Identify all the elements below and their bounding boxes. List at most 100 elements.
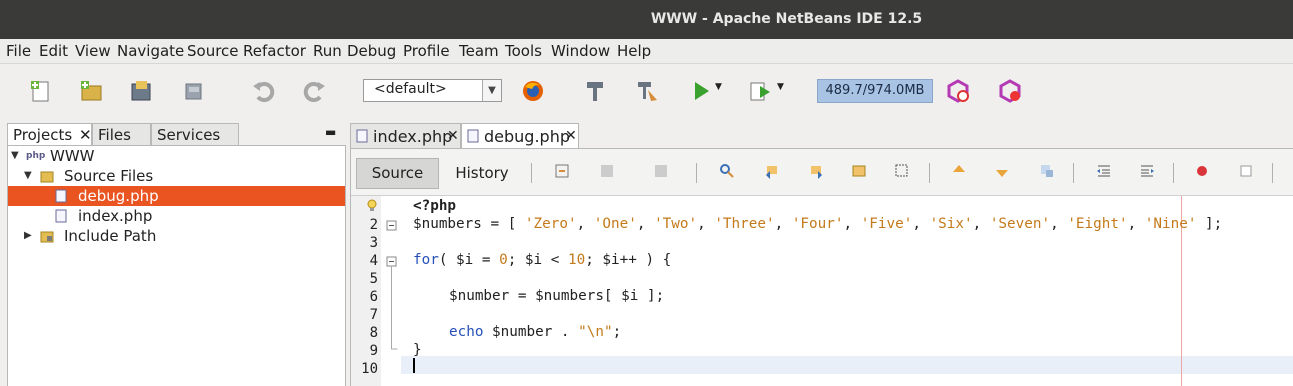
line-number-gutter: 2 3 4 5 6 7 8 9 10: [351, 196, 381, 386]
close-icon[interactable]: ✕: [565, 124, 577, 149]
menu-file[interactable]: File: [6, 42, 31, 60]
separator: [696, 163, 697, 183]
line-number: 3: [369, 235, 378, 251]
projects-tree: ▼ php WWW ▼ Source Files debug.php index…: [7, 145, 346, 386]
code-token: $number .: [483, 324, 579, 340]
menu-window[interactable]: Window: [551, 42, 610, 60]
text-caret: [413, 358, 415, 373]
code-line-2: $numbers = [ 'Zero', 'One', 'Two', 'Thre…: [413, 216, 1223, 232]
configuration-select[interactable]: <default> ▼: [363, 79, 502, 102]
rectangular-selection-icon[interactable]: [894, 163, 910, 179]
separator: [1272, 163, 1273, 183]
menu-view[interactable]: View: [75, 42, 111, 60]
string-token: 'Nine': [1144, 216, 1197, 232]
code-area[interactable]: <?php $numbers = [ 'Zero', 'One', 'Two',…: [401, 196, 1293, 386]
clean-build-icon[interactable]: [634, 78, 660, 104]
new-project-icon[interactable]: [78, 78, 104, 104]
shift-left-icon[interactable]: [1096, 163, 1112, 179]
line-number: 6: [369, 289, 378, 305]
chevron-down-icon[interactable]: ▼: [482, 80, 501, 101]
string-token: 'Zero': [524, 216, 577, 232]
collapse-icon[interactable]: ▶: [24, 226, 32, 246]
previous-bookmark-icon[interactable]: [951, 163, 967, 179]
run-dropdown-icon[interactable]: ▼: [715, 82, 722, 92]
tab-debug-php[interactable]: debug.php ✕: [461, 123, 579, 148]
build-hammer-icon[interactable]: [582, 78, 608, 104]
start-macro-recording-icon[interactable]: [1194, 163, 1210, 179]
redo-icon[interactable]: [302, 78, 328, 104]
project-name: WWW: [50, 147, 95, 165]
php-file-icon: [55, 189, 67, 203]
main-toolbar: <default> ▼ ▼ ▼ 489.7/974.0MB: [0, 64, 1293, 119]
number-token: 0: [499, 252, 508, 268]
stop-macro-recording-icon[interactable]: [1238, 163, 1254, 179]
close-icon[interactable]: ✕: [447, 124, 459, 149]
run-icon[interactable]: [688, 78, 714, 104]
profile-icon[interactable]: [945, 78, 971, 104]
editor-toolbar: Source History: [351, 149, 1293, 196]
line-number: 8: [369, 325, 378, 341]
expand-icon[interactable]: ▼: [24, 166, 32, 186]
code-line-6: $number = $numbers[ $i ];: [449, 288, 665, 304]
file-label: index.php: [78, 207, 153, 225]
separator: [1173, 163, 1174, 183]
source-files-label: Source Files: [64, 167, 154, 185]
code-token: ; $i <: [507, 252, 568, 268]
find-previous-icon[interactable]: [764, 163, 780, 179]
tab-files[interactable]: Files: [92, 123, 151, 145]
last-edit-icon[interactable]: [554, 163, 570, 179]
tab-index-php[interactable]: index.php ✕: [350, 123, 461, 148]
toggle-highlight-icon[interactable]: [851, 163, 867, 179]
source-button[interactable]: Source: [356, 158, 439, 189]
string-token: 'Two': [654, 216, 698, 232]
current-line-highlight: [401, 356, 1293, 374]
line-number: 10: [361, 361, 378, 377]
forward-icon[interactable]: [653, 163, 669, 179]
history-button[interactable]: History: [447, 158, 517, 189]
toggle-bookmark-icon[interactable]: [1039, 163, 1055, 179]
memory-indicator[interactable]: 489.7/974.0MB: [817, 79, 933, 103]
tab-projects[interactable]: Projects ✕: [7, 123, 92, 145]
open-project-icon[interactable]: [128, 78, 154, 104]
tree-item-index-php[interactable]: index.php: [8, 206, 345, 226]
editor-panel: Source History 2 3 4 5 6 7 8 9 10 <?php …: [350, 148, 1293, 386]
debug-dropdown-icon[interactable]: ▼: [777, 82, 784, 92]
new-file-icon[interactable]: [28, 78, 54, 104]
next-bookmark-icon[interactable]: [994, 163, 1010, 179]
keyword-token: for: [413, 252, 439, 268]
close-icon[interactable]: ✕: [79, 124, 92, 146]
line-number: 5: [369, 271, 378, 287]
menu-team[interactable]: Team: [459, 42, 499, 60]
include-path-label: Include Path: [64, 227, 157, 245]
undo-icon[interactable]: [250, 78, 276, 104]
tree-item-include-path[interactable]: ▶ Include Path: [8, 226, 345, 246]
menu-tools[interactable]: Tools: [505, 42, 542, 60]
tab-services[interactable]: Services: [151, 123, 239, 145]
menu-bar: File Edit View Navigate Source Refactor …: [0, 39, 1293, 64]
minimize-icon[interactable]: ▬: [325, 125, 336, 139]
fold-markers: [386, 220, 398, 350]
editor-tabs: index.php ✕ debug.php ✕: [350, 121, 1293, 148]
shift-right-icon[interactable]: [1139, 163, 1155, 179]
menu-run[interactable]: Run: [313, 42, 342, 60]
profile-attach-icon[interactable]: [997, 78, 1023, 104]
back-icon[interactable]: [599, 163, 615, 179]
save-all-icon[interactable]: [180, 78, 206, 104]
tree-item-debug-php[interactable]: debug.php: [8, 186, 345, 206]
menu-navigate[interactable]: Navigate: [117, 42, 184, 60]
menu-profile[interactable]: Profile: [403, 42, 450, 60]
find-icon[interactable]: [719, 163, 735, 179]
debug-project-icon[interactable]: [748, 78, 774, 104]
tree-item-project[interactable]: ▼ php WWW: [8, 146, 345, 166]
tree-item-source-files[interactable]: ▼ Source Files: [8, 166, 345, 186]
menu-source[interactable]: Source: [187, 42, 239, 60]
menu-help[interactable]: Help: [617, 42, 651, 60]
find-next-icon[interactable]: [808, 163, 824, 179]
menu-debug[interactable]: Debug: [347, 42, 396, 60]
separator: [531, 163, 532, 183]
lightbulb-hint-icon[interactable]: [366, 199, 378, 213]
menu-refactor[interactable]: Refactor: [243, 42, 306, 60]
menu-edit[interactable]: Edit: [39, 42, 68, 60]
firefox-browser-icon[interactable]: [520, 78, 546, 104]
expand-icon[interactable]: ▼: [11, 146, 19, 166]
